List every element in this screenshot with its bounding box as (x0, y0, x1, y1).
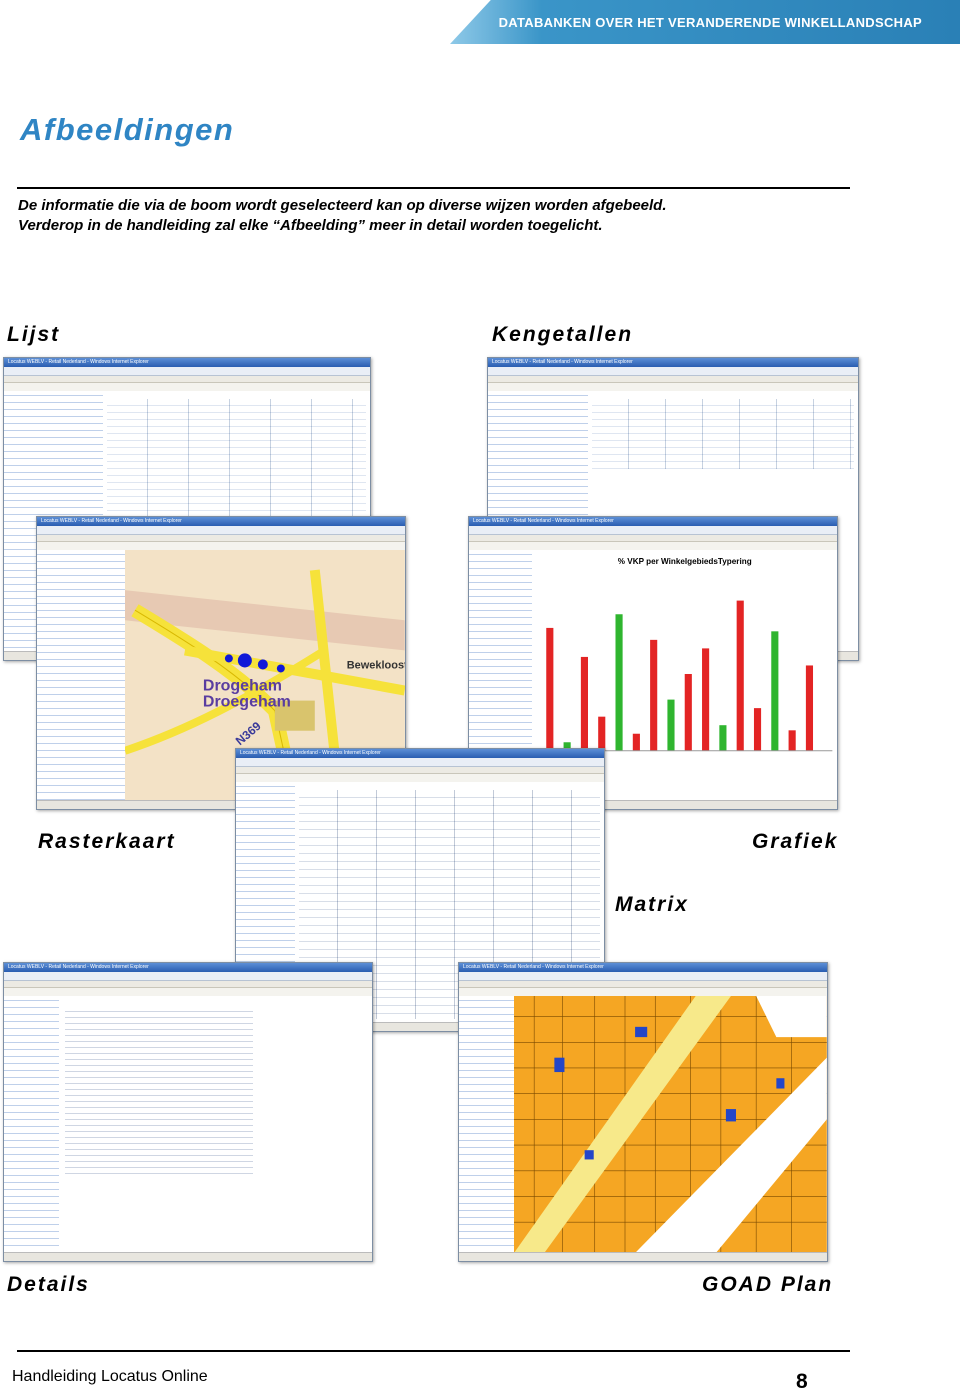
chart-bar (580, 656, 588, 751)
address-bar (469, 526, 837, 535)
window-title: Locatus WEBLV - Retail Nederland - Windo… (4, 963, 372, 972)
intro-text: De informatie die via de boom wordt gese… (18, 196, 667, 236)
address-bar (488, 367, 858, 376)
top-rule (17, 187, 850, 189)
chart-bar (770, 631, 778, 751)
window-title: Locatus WEBLV - Retail Nederland - Windo… (4, 358, 370, 367)
label-goad-plan: GOAD Plan (702, 1273, 834, 1296)
header-banner: DATABANKEN OVER HET VERANDERENDE WINKELL… (450, 0, 960, 44)
address-bar (459, 972, 827, 981)
window-title: Locatus WEBLV - Retail Nederland - Windo… (459, 963, 827, 972)
chart-bar (805, 665, 813, 751)
map-street-label: Bewekloost (347, 659, 405, 671)
label-details: Details (7, 1273, 90, 1296)
chart-bar (666, 699, 675, 751)
chart-title: % VKP per WinkelgebiedsTypering (617, 557, 751, 566)
menu-bar (37, 535, 405, 542)
details-pane (59, 996, 372, 1253)
bottom-rule (17, 1350, 850, 1352)
goad-pane (514, 996, 827, 1253)
chart-bar (684, 673, 692, 751)
label-matrix: Matrix (615, 893, 689, 916)
window-title: Locatus WEBLV - Retail Nederland - Windo… (236, 749, 604, 758)
chart-bar (701, 648, 709, 751)
menu-bar (469, 535, 837, 542)
chart-bar (649, 639, 657, 751)
page-title: Afbeeldingen (20, 112, 235, 147)
chart-bar (597, 716, 605, 751)
screenshot-goad: Locatus WEBLV - Retail Nederland - Windo… (458, 962, 828, 1262)
intro-line-2: Verderop in de handleiding zal elke “Afb… (18, 217, 603, 234)
menu-bar (459, 981, 827, 988)
address-bar (37, 526, 405, 535)
window-title: Locatus WEBLV - Retail Nederland - Windo… (37, 517, 405, 526)
menu-bar (488, 376, 858, 383)
banner-text: DATABANKEN OVER HET VERANDERENDE WINKELL… (498, 15, 922, 30)
chart-bar (615, 614, 623, 751)
tree-panel (4, 996, 61, 1253)
menu-bar (4, 981, 372, 988)
chart-bar (718, 725, 727, 751)
tree-panel (37, 550, 127, 801)
status-bar (4, 1252, 372, 1261)
address-bar (4, 972, 372, 981)
map-place-label-2: Droegeham (203, 693, 291, 711)
screenshot-details: Locatus WEBLV - Retail Nederland - Windo… (3, 962, 373, 1262)
goad-map (514, 996, 827, 1253)
chart-bar (736, 600, 744, 751)
status-bar (459, 1252, 827, 1261)
page-number: 8 (796, 1370, 808, 1393)
menu-bar (4, 376, 370, 383)
footer-text: Handleiding Locatus Online (12, 1368, 208, 1385)
label-grafiek: Grafiek (752, 830, 839, 853)
chart-bar (632, 733, 640, 751)
chart-bar (545, 627, 553, 751)
tree-panel (459, 996, 516, 1253)
label-kengetallen: Kengetallen (492, 323, 634, 346)
chart-bar (788, 730, 796, 751)
window-title: Locatus WEBLV - Retail Nederland - Windo… (469, 517, 837, 526)
label-lijst: Lijst (7, 323, 61, 346)
address-bar (236, 758, 604, 767)
window-title: Locatus WEBLV - Retail Nederland - Windo… (488, 358, 858, 367)
label-rasterkaart: Rasterkaart (38, 830, 176, 853)
intro-line-1: De informatie die via de boom wordt gese… (18, 197, 667, 214)
chart-bar (753, 708, 761, 751)
address-bar (4, 367, 370, 376)
menu-bar (236, 767, 604, 774)
